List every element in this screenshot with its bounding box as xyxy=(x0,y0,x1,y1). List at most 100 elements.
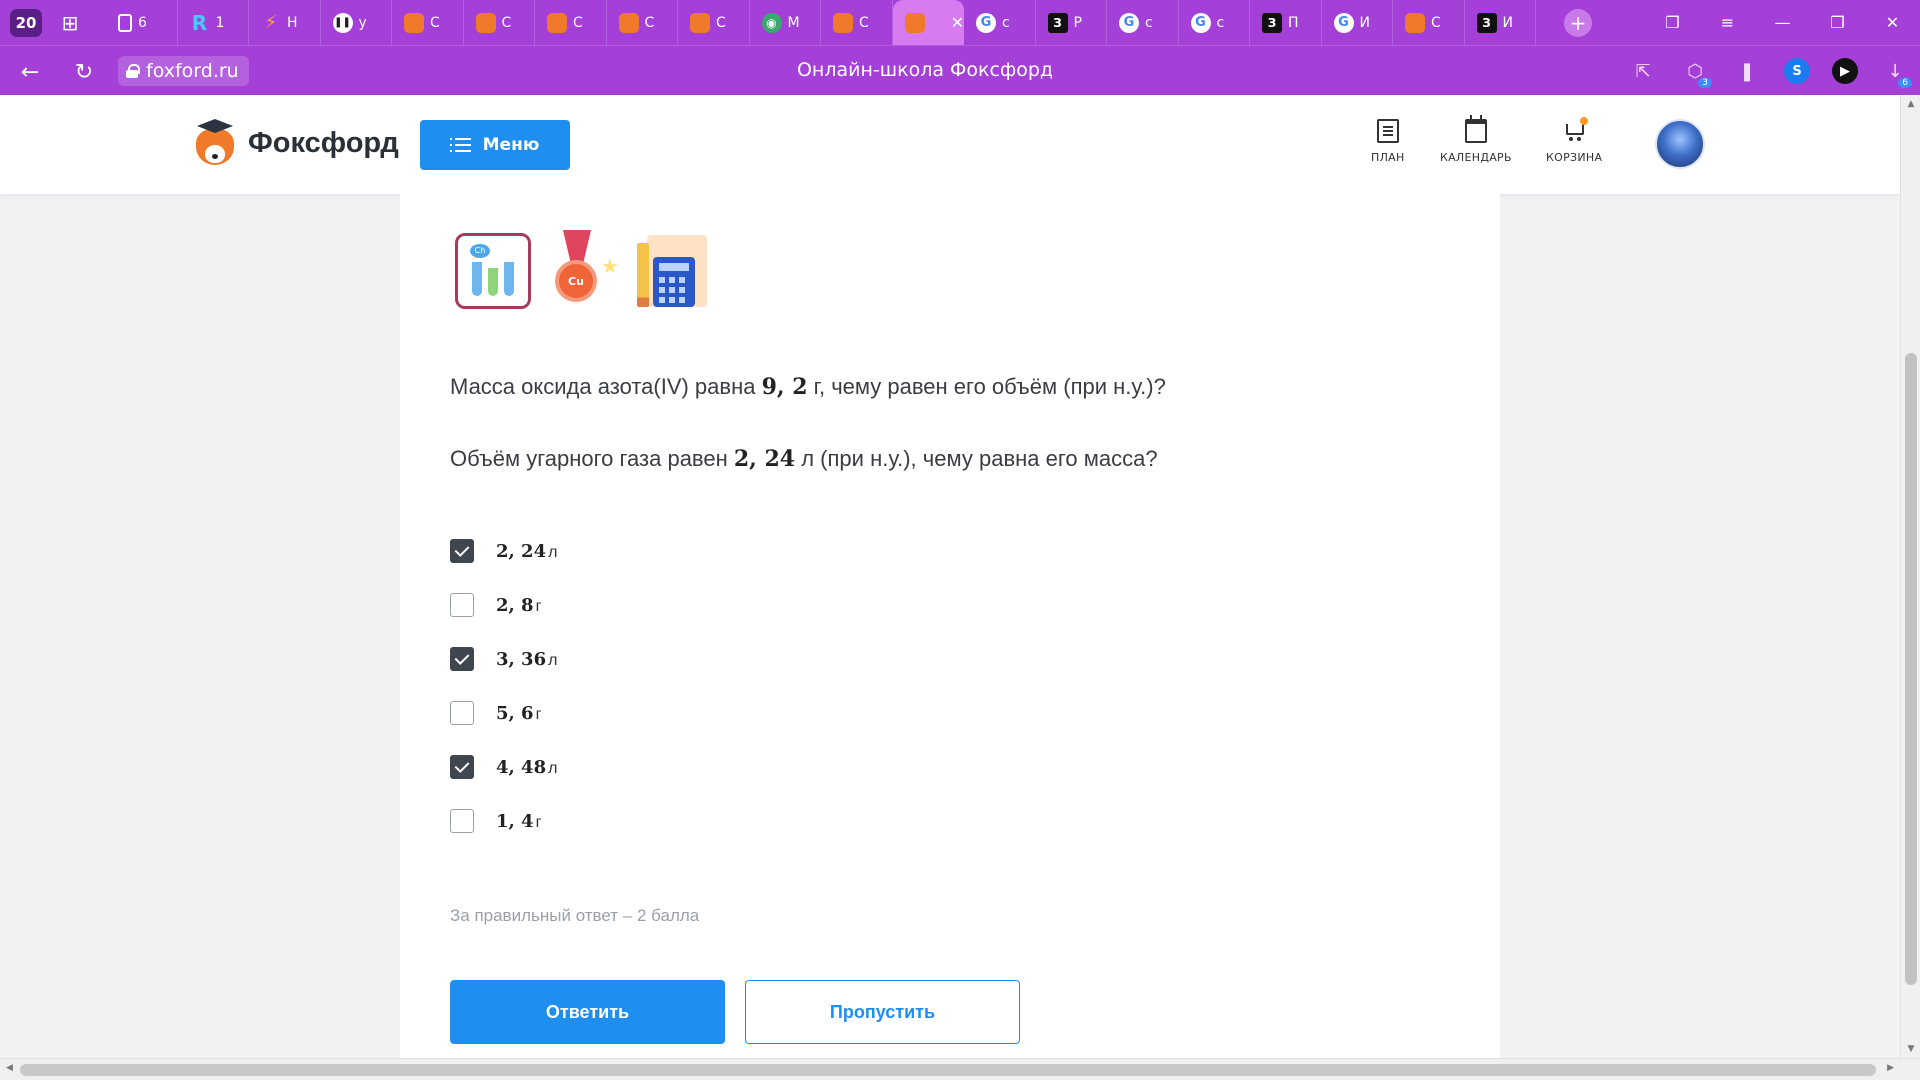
tab-label: 1 xyxy=(215,14,225,31)
browser-tab[interactable]: С xyxy=(821,0,893,45)
close-tab-icon[interactable]: ✕ xyxy=(951,13,964,32)
browser-tab[interactable]: ❚❚ у xyxy=(321,0,392,45)
tab-label: с xyxy=(1145,14,1153,31)
fox-icon xyxy=(618,12,639,33)
zen-icon: З xyxy=(1262,12,1282,33)
tab-label: С xyxy=(644,14,655,31)
tab-label: 6 xyxy=(138,14,147,31)
tab-label: Р xyxy=(1073,14,1082,31)
browser-tab[interactable]: С xyxy=(1393,0,1465,45)
nav-calendar-label: КАЛЕНДАРЬ xyxy=(1440,151,1512,164)
google-icon: G xyxy=(1119,12,1139,33)
task-card: Ch Cu ★ Масса оксида азота(IV) равна 9, … xyxy=(400,194,1500,1058)
browser-tab[interactable]: ЗР xyxy=(1036,0,1107,45)
browser-tab[interactable]: С xyxy=(607,0,678,45)
tab-label: С xyxy=(859,14,869,31)
skip-button[interactable]: Пропустить xyxy=(745,980,1020,1044)
foxford-logo[interactable]: Фоксфорд xyxy=(194,119,399,167)
bookmark-icon[interactable]: ❚ xyxy=(1732,61,1762,82)
calculator-badge-icon xyxy=(637,233,709,309)
fox-logo-icon xyxy=(194,119,236,167)
tab-label: С xyxy=(716,14,726,31)
fox-icon xyxy=(404,12,424,33)
downloads-icon[interactable]: ↓ 6 xyxy=(1880,61,1912,88)
google-icon: G xyxy=(976,12,996,33)
browser-tab[interactable]: Gс xyxy=(1179,0,1250,45)
scroll-up-icon[interactable]: ▲ xyxy=(1901,99,1920,109)
fox-icon xyxy=(833,12,853,33)
answer-option-label: 3, 36 л xyxy=(496,648,558,670)
menu-button[interactable]: Меню xyxy=(420,120,570,170)
checkbox-checked[interactable] xyxy=(450,755,474,779)
tab-label: с xyxy=(1216,14,1225,31)
answer-button[interactable]: Ответить xyxy=(450,980,725,1044)
nav-calendar[interactable]: КАЛЕНДАРЬ xyxy=(1440,115,1512,164)
chemistry-badge-icon: Ch xyxy=(455,233,531,309)
answer-option[interactable]: 3, 36 л xyxy=(450,632,557,686)
page-title: Онлайн-школа Фоксфорд xyxy=(796,59,1054,81)
star-icon: ★ xyxy=(601,254,619,278)
browser-tab[interactable]: С xyxy=(535,0,607,45)
tab-label: С xyxy=(573,14,583,31)
answer-option[interactable]: 2, 24 л xyxy=(450,524,557,578)
answer-options: 2, 24 л 2, 8 г 3, 36 л 5, 6 г 4, 48 л 1, 4г xyxy=(450,524,557,848)
new-tab-button[interactable]: + xyxy=(1564,8,1592,37)
browser-tab[interactable]: GИ xyxy=(1322,0,1393,45)
google-icon: G xyxy=(1333,12,1354,33)
browser-tab[interactable]: ◉ М xyxy=(750,0,821,45)
vertical-scrollbar[interactable]: ▲ ▼ xyxy=(1900,95,1920,1058)
list-icon xyxy=(449,138,471,152)
nav-plan-label: ПЛАН xyxy=(1371,151,1405,164)
hamburger-menu-icon[interactable]: ≡ xyxy=(1700,13,1755,32)
browser-tab[interactable]: С xyxy=(392,0,464,45)
answer-option[interactable]: 1, 4г xyxy=(450,794,557,848)
tabs-menu-icon[interactable]: ❐ xyxy=(1645,13,1700,32)
browser-tab[interactable]: С xyxy=(678,0,750,45)
checkbox-checked[interactable] xyxy=(450,647,474,671)
new-tab-group-icon[interactable]: ⊞ xyxy=(50,8,90,38)
browser-tab[interactable]: ЗИ xyxy=(1465,0,1536,45)
browser-tab[interactable]: Gс xyxy=(964,0,1036,45)
plan-icon xyxy=(1376,119,1399,143)
browser-tab[interactable]: ✕ xyxy=(892,0,964,45)
tab-counter[interactable]: 20 xyxy=(10,8,42,37)
scroll-down-icon[interactable]: ▼ xyxy=(1901,1044,1920,1054)
fox-icon xyxy=(690,12,710,33)
answer-option-label: 4, 48 л xyxy=(496,756,558,778)
calendar-icon xyxy=(1464,115,1487,143)
tab-strip: 6 R 1 ⚡ H ❚❚ у С С С С С ◉ М С ✕ Gс З Р Gс Gс З П G И С З И xyxy=(106,0,1536,45)
user-avatar[interactable] xyxy=(1655,119,1705,169)
tab-label: П xyxy=(1288,14,1299,31)
downloads-badge: 6 xyxy=(1898,77,1912,88)
browser-tab[interactable]: С xyxy=(464,0,535,45)
checkbox-checked[interactable] xyxy=(450,539,474,563)
scroll-right-icon[interactable]: ▶ xyxy=(1887,1063,1894,1073)
shazam-icon[interactable]: S xyxy=(1784,58,1810,84)
answer-option[interactable]: 2, 8г xyxy=(450,578,557,632)
tab-label: С xyxy=(430,14,440,31)
browser-tab[interactable]: ЗП xyxy=(1250,0,1322,45)
vertical-scroll-thumb[interactable] xyxy=(1905,353,1917,985)
media-extension-icon[interactable]: ▶ xyxy=(1832,58,1858,84)
toolbar-icons: ⇱ ⬡ 3 ❚ S ▶ ↓ 6 xyxy=(1628,56,1912,88)
browser-tab[interactable]: 6 xyxy=(106,0,178,45)
scroll-left-icon[interactable]: ◀ xyxy=(6,1063,13,1073)
answer-option[interactable]: 5, 6г xyxy=(450,686,557,740)
horizontal-scroll-thumb[interactable] xyxy=(20,1064,1876,1076)
nav-cart[interactable]: КОРЗИНА xyxy=(1546,117,1602,164)
checkbox-unchecked[interactable] xyxy=(450,593,474,617)
browser-tab[interactable]: Gс xyxy=(1107,0,1179,45)
checkbox-unchecked[interactable] xyxy=(450,809,474,833)
browser-tab[interactable]: ⚡ H xyxy=(249,0,321,45)
browser-tab[interactable]: R1 xyxy=(178,0,249,45)
minimize-icon[interactable]: — xyxy=(1755,13,1810,32)
nav-plan[interactable]: ПЛАН xyxy=(1371,119,1405,164)
checkbox-unchecked[interactable] xyxy=(450,701,474,725)
answer-option[interactable]: 4, 48 л xyxy=(450,740,557,794)
restore-icon[interactable]: ❐ xyxy=(1810,13,1865,32)
close-window-icon[interactable]: ✕ xyxy=(1865,13,1920,32)
open-external-icon[interactable]: ⇱ xyxy=(1628,61,1658,82)
horizontal-scrollbar[interactable]: ◀ ▶ xyxy=(0,1058,1920,1080)
extensions-icon[interactable]: ⬡ 3 xyxy=(1680,61,1712,88)
tab-label: у xyxy=(358,14,367,31)
